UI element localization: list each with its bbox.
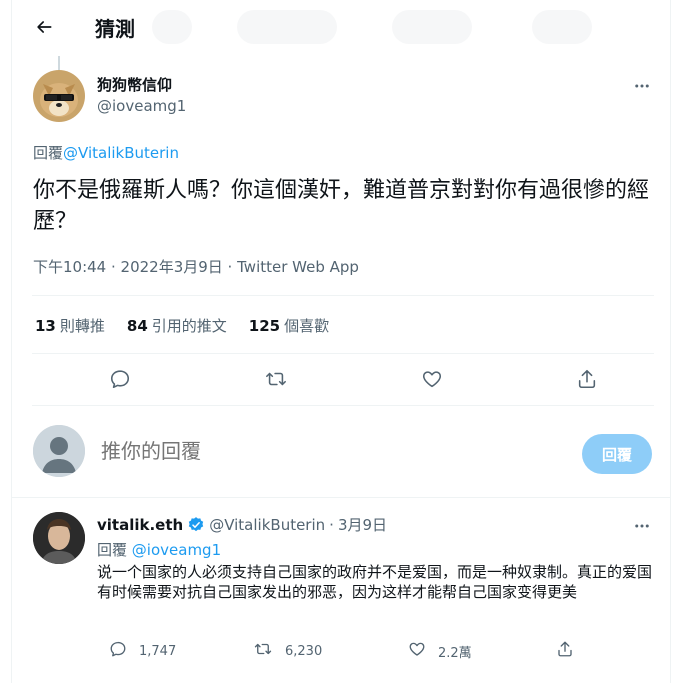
divider [32,353,654,354]
stat-retweets[interactable]: 13 則轉推 [35,315,105,336]
reply-prefix: 回覆 [97,541,128,559]
retweet-icon[interactable] [253,640,273,662]
blurred-element [532,10,592,44]
reply-context: 回覆 @ioveamg1 [97,539,221,560]
retweet-action[interactable]: 6,230 [253,640,322,662]
reply-icon[interactable] [109,640,127,662]
retweet-icon[interactable] [263,366,289,392]
reply-actions: 1,747 6,230 2.2萬 [97,640,577,662]
reply-to-link[interactable]: @VitalikButerin [63,144,179,162]
divider [32,295,654,296]
divider [12,497,670,498]
tweet-detail-column: 猜測 狗狗幣信仰 @ioveamg1 回覆@VitalikButerin 你不是… [11,0,671,683]
like-action[interactable]: 2.2萬 [408,640,472,662]
verified-badge-icon [187,516,205,534]
share-icon[interactable] [574,366,600,392]
reply-icon[interactable] [107,366,133,392]
thread-connector [58,56,60,70]
tweet-actions [32,364,654,396]
reply-input[interactable] [101,439,501,463]
like-icon[interactable] [408,640,426,662]
separator: · [329,515,334,534]
like-icon[interactable] [419,366,445,392]
author-handle[interactable]: @ioveamg1 [97,97,186,115]
divider [32,405,654,406]
tweet-metadata: 下午10:44 · 2022年3月9日 · Twitter Web App [33,256,359,277]
reply-action[interactable]: 1,747 [109,640,176,662]
stat-quotes[interactable]: 84 引用的推文 [127,315,227,336]
more-icon[interactable] [632,516,652,536]
page-title: 猜測 [95,17,135,41]
stat-likes[interactable]: 125 個喜歡 [249,315,329,336]
more-icon[interactable] [632,76,652,96]
like-count: 2.2萬 [438,645,472,661]
back-arrow-icon[interactable] [32,15,56,39]
tweet-text: 你不是俄羅斯人嗎？你這個漢奸，難道普京對對你有過很慘的經歷？ [33,178,650,234]
reply-author-row: vitalik.eth @VitalikButerin · 3月9日 [97,514,387,535]
tweet-source: Twitter Web App [237,258,359,276]
retweet-count: 6,230 [285,643,323,659]
reply-author-handle[interactable]: @VitalikButerin [209,516,325,534]
author-name[interactable]: 狗狗幣信仰 [97,74,172,95]
reply-count: 1,747 [139,643,177,659]
avatar[interactable] [33,512,85,564]
share-action[interactable] [556,640,574,662]
tweet-timestamp[interactable]: 下午10:44 · 2022年3月9日 · [33,258,232,276]
tweet-stats: 13 則轉推 84 引用的推文 125 個喜歡 [35,315,329,336]
blurred-element [237,10,337,44]
reply-to-link[interactable]: @ioveamg1 [132,541,221,559]
reply-prefix: 回覆 [33,144,64,162]
reply-context: 回覆@VitalikButerin [33,142,179,163]
reply-text: 说一个国家的人必须支持自己国家的政府并不是爱国，而是一种奴隶制。真正的爱国有时候… [97,563,653,601]
avatar[interactable] [33,70,85,122]
blurred-element [152,10,192,44]
blurred-element [392,10,472,44]
top-bar: 猜測 [12,0,670,53]
share-icon[interactable] [556,640,574,662]
reply-author-name[interactable]: vitalik.eth [97,516,183,534]
avatar[interactable] [33,425,85,477]
reply-button[interactable]: 回覆 [582,434,652,474]
reply-timestamp[interactable]: 3月9日 [338,514,387,535]
